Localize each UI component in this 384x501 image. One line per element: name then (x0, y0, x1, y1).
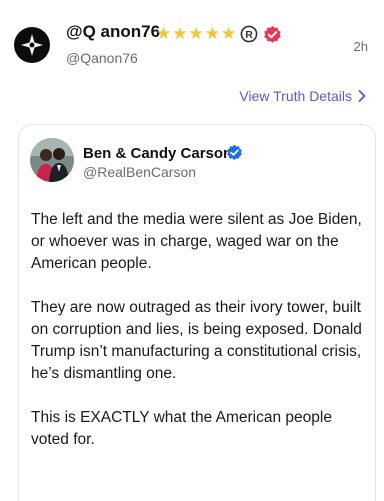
star-icon: ★ (172, 24, 188, 43)
author-badges: ★ ★ ★ ★ ★ R (156, 23, 282, 45)
author-avatar[interactable] (14, 27, 50, 63)
star-icon: ★ (188, 24, 204, 43)
author-name[interactable]: @Q anon76 (66, 22, 160, 42)
author-handle[interactable]: @Qanon76 (66, 50, 138, 66)
quoted-author-avatar[interactable] (30, 138, 74, 182)
registered-icon: R (240, 25, 258, 43)
post-paragraph: The left and the media were silent as Jo… (31, 211, 362, 272)
view-truth-details-link[interactable]: View Truth Details (239, 88, 366, 104)
blue-verified-icon (227, 144, 242, 160)
quoted-author-handle[interactable]: @RealBenCarson (83, 164, 196, 180)
view-details-label: View Truth Details (239, 88, 352, 104)
chevron-right-icon (358, 90, 366, 102)
svg-text:R: R (245, 29, 253, 41)
quoted-author-name[interactable]: Ben & Candy Carson (83, 145, 232, 162)
cross-logo-icon (21, 34, 43, 56)
truth-post: @Q anon76 ★ ★ ★ ★ ★ R @Qanon76 2h View T… (0, 0, 384, 501)
star-icon: ★ (156, 24, 172, 43)
avatar-photo (30, 138, 74, 182)
post-timestamp: 2h (353, 39, 368, 54)
quoted-post-card[interactable]: Ben & Candy Carson @RealBenCarson The le… (18, 124, 376, 501)
star-icon: ★ (204, 24, 220, 43)
verified-badge-icon (264, 25, 282, 43)
star-icon: ★ (221, 24, 237, 43)
post-paragraph: This is EXACTLY what the American people… (31, 409, 332, 448)
post-paragraph: They are now outraged as their ivory tow… (31, 299, 362, 382)
quoted-post-body: The left and the media were silent as Jo… (31, 209, 367, 473)
